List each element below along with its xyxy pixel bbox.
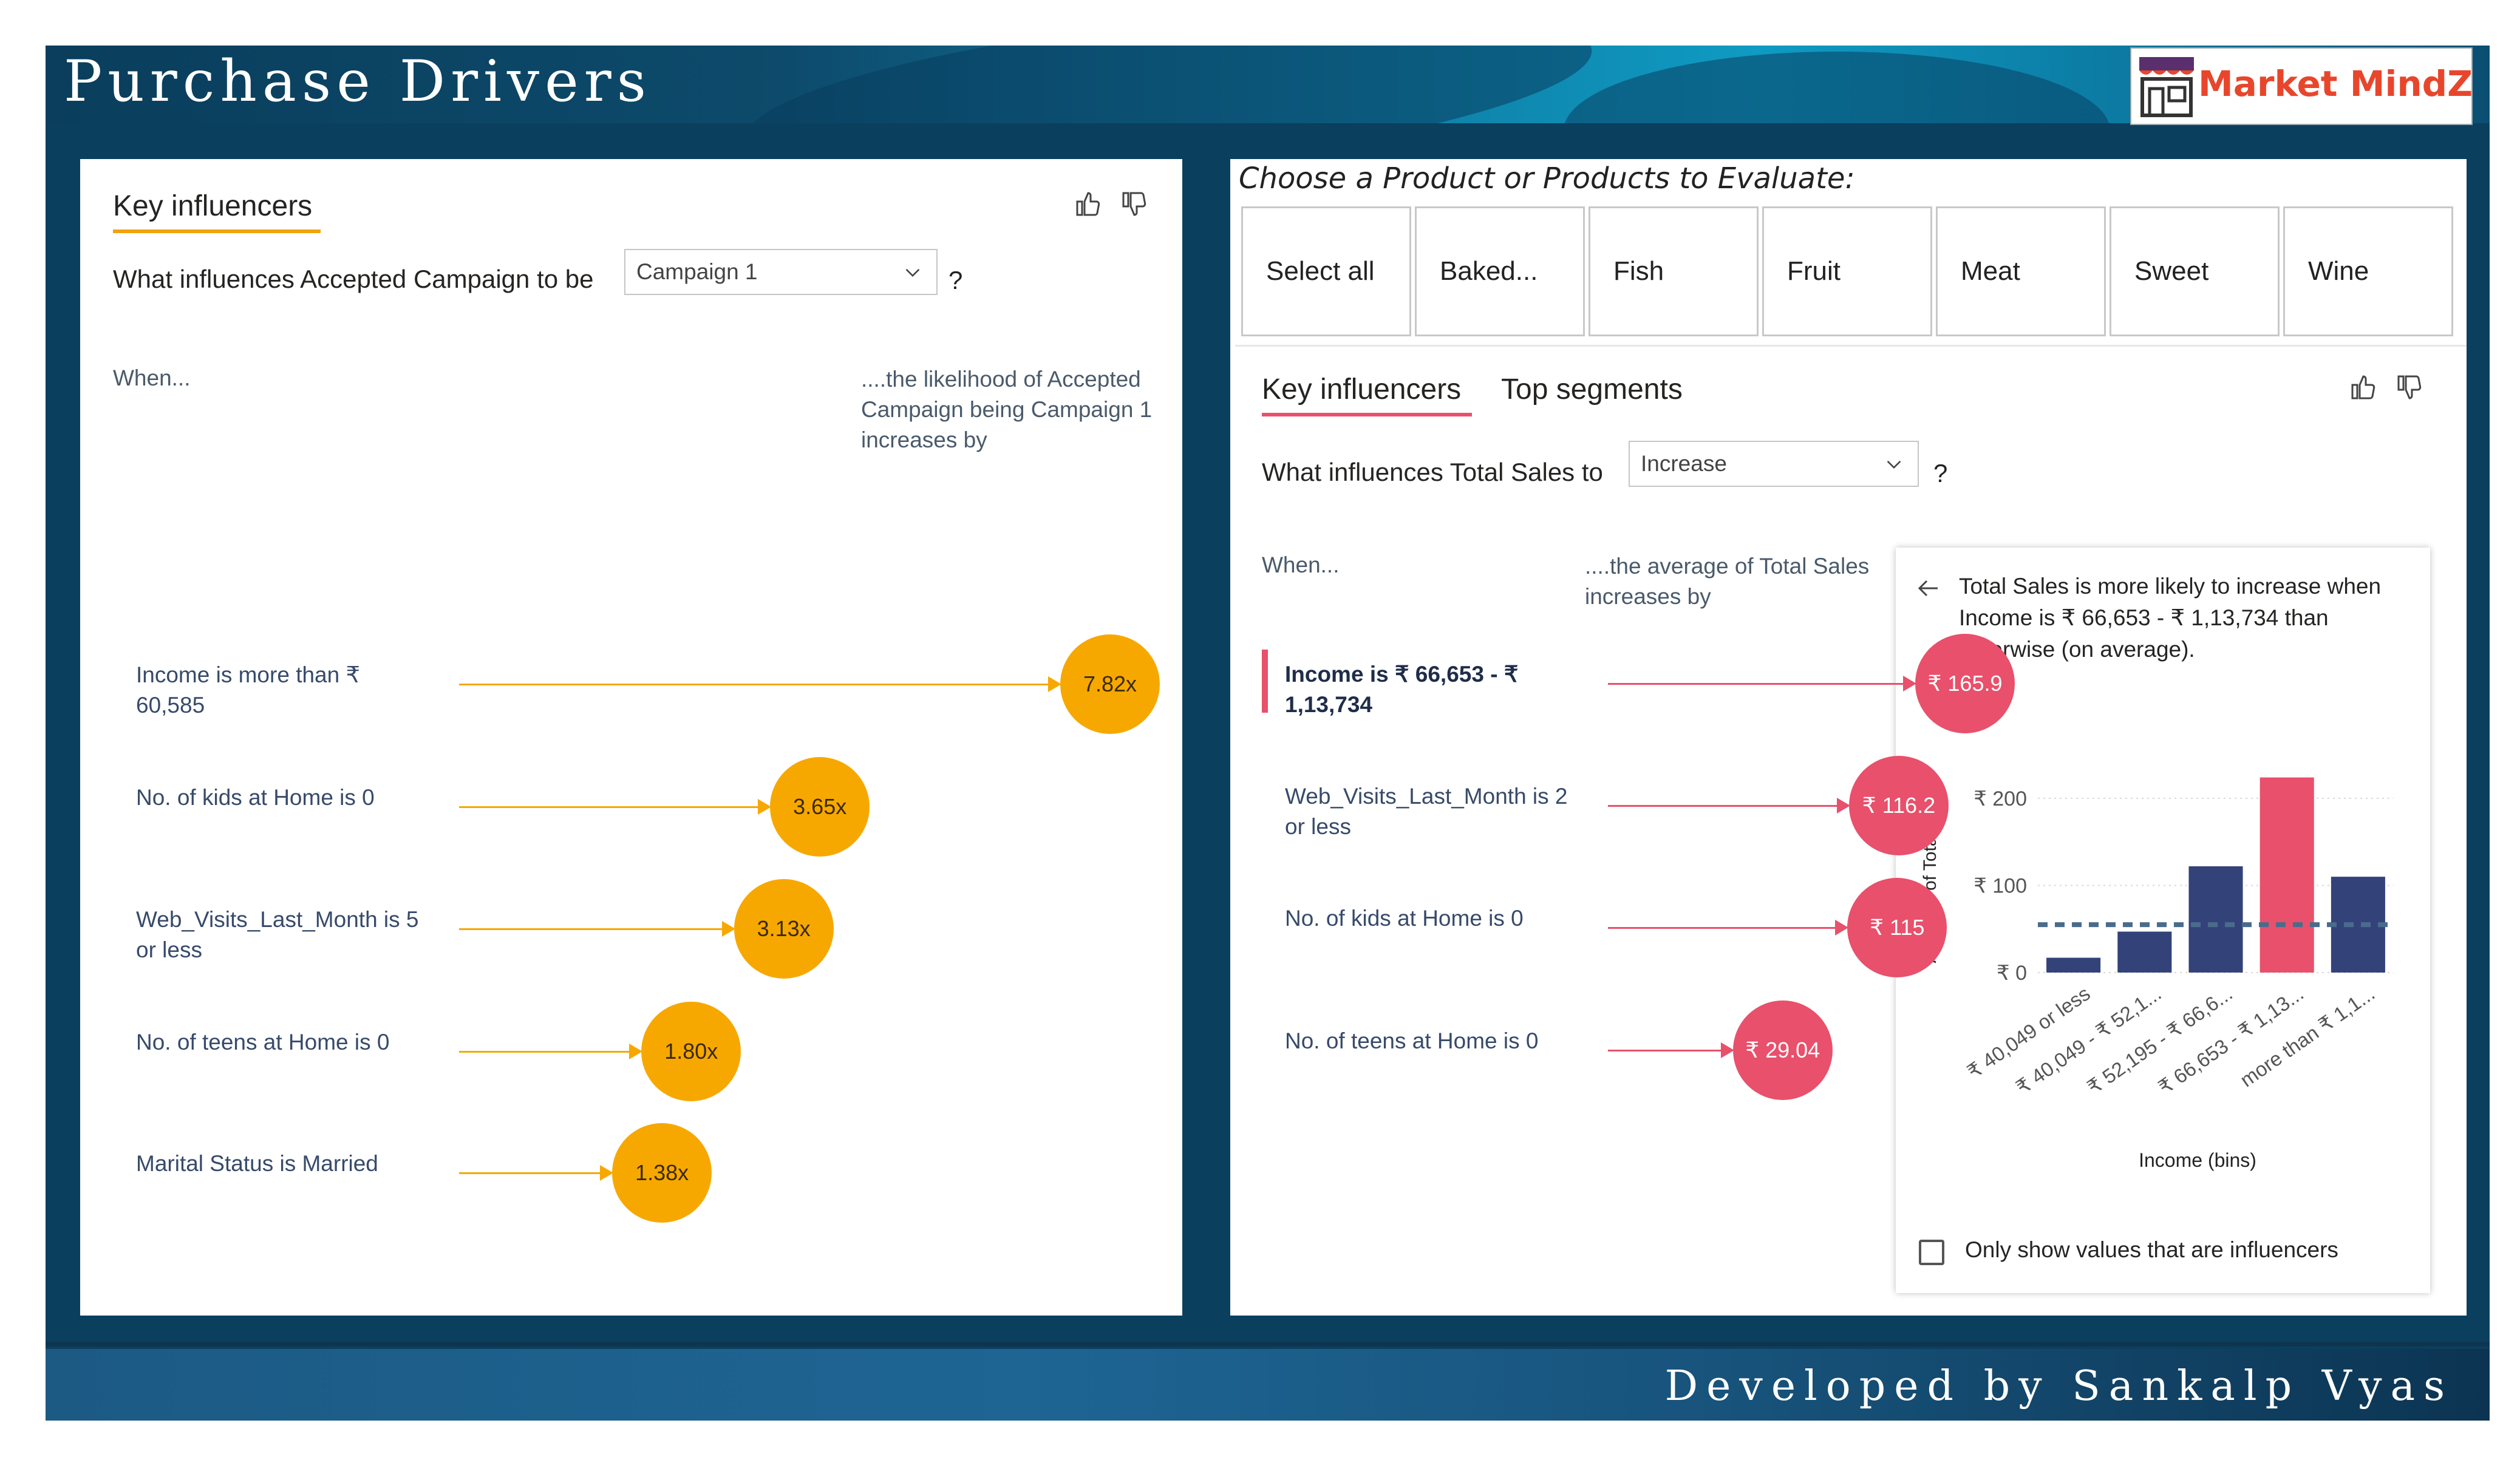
developer-credit: Developed by Sankalp Vyas <box>1664 1362 2453 1410</box>
section-divider <box>1235 345 2467 347</box>
y-tick-label: ₹ 200 <box>1973 787 2027 810</box>
influencer-label[interactable]: Web_Visits_Last_Month is 5 or less <box>136 905 421 965</box>
arrow-head-icon <box>721 921 735 937</box>
header-decoration <box>738 46 1599 123</box>
footer-divider <box>46 1342 2490 1347</box>
chart-bar <box>2259 777 2314 973</box>
influencer-arrow <box>1608 927 1838 929</box>
influencer-label[interactable]: No. of teens at Home is 0 <box>1285 1026 1570 1056</box>
influencer-arrow <box>1608 1050 1723 1051</box>
direction-dropdown[interactable]: Increase <box>1629 441 1919 487</box>
arrow-head-icon <box>629 1044 643 1059</box>
when-label: When... <box>1262 552 1340 577</box>
influencer-label[interactable]: No. of teens at Home is 0 <box>136 1027 421 1058</box>
dropdown-value: Campaign 1 <box>636 259 758 284</box>
influencer-arrow <box>459 684 1051 685</box>
influencer-label[interactable]: No. of kids at Home is 0 <box>1285 903 1570 934</box>
footer-banner: Developed by Sankalp Vyas <box>46 1349 2490 1421</box>
dropdown-value: Increase <box>1641 451 1727 476</box>
influencer-bubble[interactable]: 3.13x <box>734 879 834 979</box>
key-influencers-campaign-visual: Key influencers What influences Accepted… <box>80 159 1182 1316</box>
arrow-head-icon <box>1836 798 1850 813</box>
chart-bar <box>2331 877 2385 973</box>
thumbs-up-icon[interactable] <box>1074 189 1103 219</box>
when-label: When... <box>113 365 191 390</box>
influencer-bubble[interactable]: 7.82x <box>1060 634 1160 734</box>
thumbs-down-icon[interactable] <box>1120 189 1149 219</box>
header-decoration <box>1564 52 2110 123</box>
brand-logo: Market MindZ <box>2130 47 2473 125</box>
thumbs-up-icon[interactable] <box>2349 373 2378 402</box>
chart-bar <box>2117 931 2172 973</box>
influencer-arrow <box>1608 683 1905 685</box>
slicer-option[interactable]: Fish <box>1589 206 1759 336</box>
y-tick-label: ₹ 0 <box>1997 962 2027 985</box>
influencer-bubble[interactable]: 1.80x <box>641 1002 741 1101</box>
tab-key-influencers[interactable]: Key influencers <box>1262 373 1461 406</box>
influencer-label[interactable]: Marital Status is Married <box>136 1149 421 1179</box>
checkbox-label: Only show values that are influencers <box>1965 1237 2338 1262</box>
slicer-option[interactable]: Wine <box>2283 206 2453 336</box>
influencer-bubble[interactable]: ₹ 165.9 <box>1915 634 2015 733</box>
arrow-head-icon <box>1048 676 1061 692</box>
influencer-arrow <box>1608 805 1839 807</box>
influencer-label[interactable]: Web_Visits_Last_Month is 2 or less <box>1285 781 1570 842</box>
arrow-head-icon <box>1720 1042 1734 1058</box>
slicer-option[interactable]: Meat <box>1936 206 2106 336</box>
chevron-down-icon <box>1887 460 1901 469</box>
influencer-arrow <box>459 928 724 930</box>
influencer-bubble[interactable]: 1.38x <box>612 1123 712 1223</box>
influencer-arrow <box>459 806 761 808</box>
influencer-arrow <box>459 1051 632 1053</box>
tab-key-influencers[interactable]: Key influencers <box>113 189 312 223</box>
slicer-option[interactable]: Sweet <box>2110 206 2280 336</box>
influencer-label[interactable]: Income is ₹ 66,653 - ₹ 1,13,734 <box>1285 659 1570 720</box>
total-sales-visual: Choose a Product or Products to Evaluate… <box>1230 159 2467 1316</box>
store-icon <box>2139 57 2194 117</box>
tab-top-segments[interactable]: Top segments <box>1501 373 1683 406</box>
tab-active-underline <box>1262 413 1472 416</box>
effect-label: ....the average of Total Sales increases… <box>1585 554 1870 609</box>
influencer-bubble[interactable]: ₹ 115 <box>1847 878 1947 977</box>
campaign-dropdown[interactable]: Campaign 1 <box>624 249 938 295</box>
selected-indicator <box>1262 650 1268 713</box>
arrow-head-icon <box>758 799 772 815</box>
influencer-label[interactable]: No. of kids at Home is 0 <box>136 783 421 813</box>
arrow-head-icon <box>1835 920 1849 936</box>
effect-label: ....the likelihood of Accepted Campaign … <box>861 367 1153 452</box>
chevron-down-icon <box>905 268 920 277</box>
arrow-left-icon[interactable] <box>1918 579 1939 597</box>
x-tick-label: more than ₹ 1,1... <box>2236 982 2379 1091</box>
influencers-only-checkbox[interactable] <box>1919 1240 1944 1265</box>
arrow-head-icon <box>1903 676 1916 691</box>
tab-active-underline <box>113 229 321 233</box>
chart-bar <box>2188 866 2243 973</box>
page-title: Purchase Drivers <box>64 49 652 115</box>
influencer-bubble[interactable]: ₹ 116.2 <box>1848 756 1949 855</box>
influencer-bubble[interactable]: ₹ 29.04 <box>1732 1000 1833 1100</box>
income-bar-chart: ₹ 0₹ 100₹ 200₹ 40,049 or less₹ 40,049 - … <box>1920 777 2394 1171</box>
detail-description: Total Sales is more likely to increase w… <box>1959 574 2382 662</box>
thumbs-down-icon[interactable] <box>2395 373 2424 402</box>
influencer-label[interactable]: Income is more than ₹ 60,585 <box>136 660 421 721</box>
slicer-title: Choose a Product or Products to Evaluate… <box>1239 161 1855 195</box>
arrow-head-icon <box>600 1165 614 1181</box>
slicer-option[interactable]: Select all <box>1241 206 1411 336</box>
influencer-bubble[interactable]: 3.65x <box>770 757 870 857</box>
slicer-option[interactable]: Fruit <box>1762 206 1932 336</box>
y-tick-label: ₹ 100 <box>1973 875 2027 898</box>
question-mark: ? <box>1933 459 1948 487</box>
logo-text: Market MindZ <box>2198 63 2473 104</box>
question-mark: ? <box>948 266 963 294</box>
question-prefix: What influences Total Sales to <box>1262 458 1603 486</box>
slicer-option[interactable]: Baked... <box>1415 206 1585 336</box>
chart-bar <box>2046 957 2101 973</box>
influencer-arrow <box>459 1172 603 1174</box>
x-axis-title: Income (bins) <box>2139 1149 2256 1171</box>
question-prefix: What influences Accepted Campaign to be <box>113 265 594 293</box>
